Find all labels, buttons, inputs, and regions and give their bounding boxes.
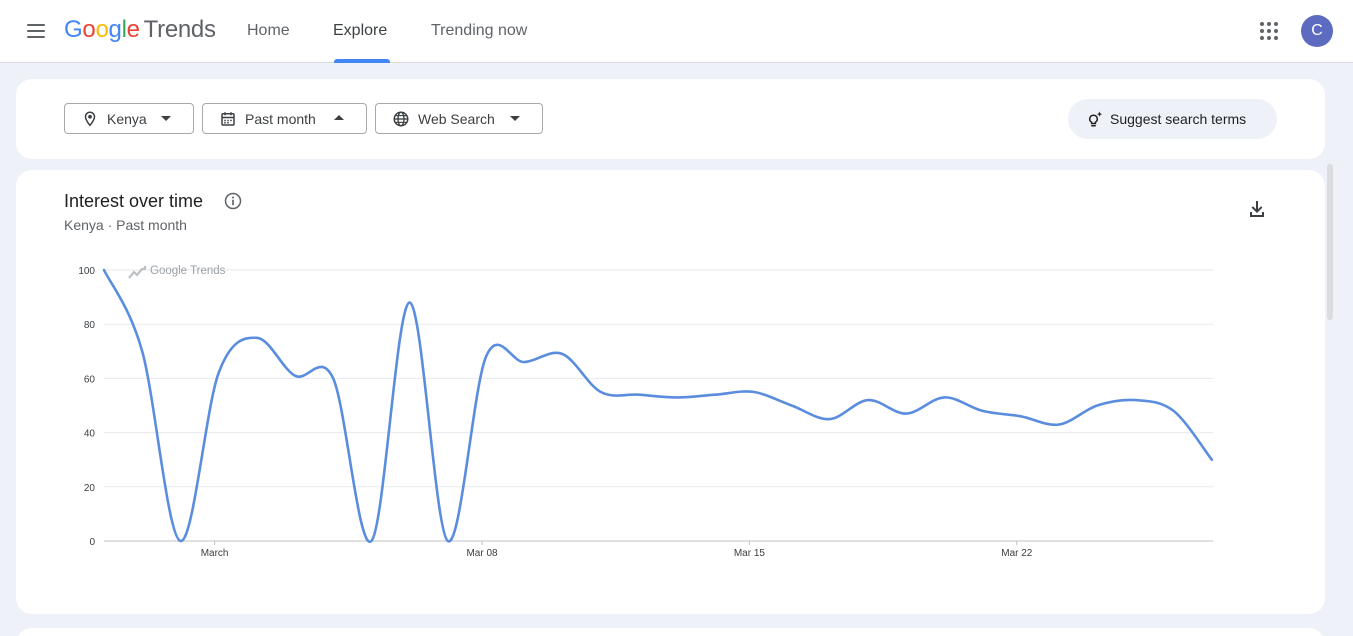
data-point[interactable] (789, 403, 795, 409)
trending-up-icon (128, 266, 147, 279)
tab-home[interactable]: Home (247, 0, 290, 63)
sparkle-lightbulb-icon (1088, 111, 1103, 127)
data-point[interactable] (254, 335, 260, 341)
watermark-label: Google Trends (150, 265, 226, 277)
y-tick-label: 40 (84, 429, 96, 440)
location-filter-dropdown[interactable]: Kenya (64, 103, 194, 134)
logo-letter: g (108, 16, 122, 43)
logo-letter: G (64, 16, 83, 43)
interest-over-time-card: Interest over time Kenya · Past month 02… (16, 170, 1325, 614)
data-point[interactable] (521, 359, 527, 365)
logo-letter: e (126, 16, 140, 43)
interest-line-chart[interactable]: 0 20 40 60 80 100 March Mar 08 Mar 15 Mar 22 Googl… (16, 170, 1325, 614)
time-range-filter-label: Past month (245, 111, 316, 127)
google-trends-logo[interactable]: Google Trends (64, 16, 216, 44)
hamburger-menu-icon[interactable] (24, 19, 48, 43)
data-point[interactable] (636, 392, 642, 398)
interest-series-line[interactable] (102, 268, 1214, 543)
data-point[interactable] (101, 267, 107, 273)
x-tick-label: March (201, 548, 229, 559)
x-tick-label: Mar 15 (734, 548, 766, 559)
filter-bar: Kenya Past month Web Search Suggest sear… (16, 79, 1325, 159)
chevron-down-icon (161, 116, 171, 121)
data-point[interactable] (139, 348, 145, 354)
location-filter-label: Kenya (107, 111, 147, 127)
data-point[interactable] (1209, 457, 1215, 463)
data-point[interactable] (980, 408, 986, 414)
data-point[interactable] (903, 411, 909, 417)
data-point[interactable] (1094, 403, 1100, 409)
data-point[interactable] (674, 394, 680, 400)
suggest-search-terms-label: Suggest search terms (1110, 111, 1247, 127)
data-point[interactable] (292, 373, 298, 379)
y-tick-label: 20 (84, 483, 96, 494)
search-type-filter-dropdown[interactable]: Web Search (375, 103, 543, 134)
logo-letter: o (95, 16, 109, 43)
logo-letter: o (82, 16, 96, 43)
location-pin-icon (84, 111, 96, 127)
chevron-up-icon (334, 115, 344, 120)
suggest-search-terms-button[interactable]: Suggest search terms (1068, 99, 1277, 139)
trends-wordmark: Trends (143, 16, 216, 43)
y-tick-label: 60 (84, 374, 96, 385)
page-scrollbar-thumb[interactable] (1327, 164, 1333, 320)
tab-trending-now[interactable]: Trending now (431, 0, 527, 63)
x-tick-label: Mar 22 (1001, 548, 1033, 559)
chevron-down-icon (510, 116, 520, 121)
data-point[interactable] (407, 300, 413, 306)
google-wordmark: Google (64, 16, 140, 43)
data-point[interactable] (598, 389, 604, 395)
google-trends-watermark: Google Trends (128, 265, 226, 279)
search-type-filter-label: Web Search (418, 111, 495, 127)
data-point[interactable] (1171, 408, 1177, 414)
active-tab-indicator (334, 59, 390, 63)
data-point[interactable] (368, 538, 374, 544)
data-point[interactable] (941, 394, 947, 400)
data-point[interactable] (330, 375, 336, 381)
account-avatar[interactable]: C (1301, 15, 1333, 47)
data-point[interactable] (216, 370, 222, 376)
y-tick-label: 100 (78, 266, 95, 277)
data-point[interactable] (712, 392, 718, 398)
y-tick-label: 0 (89, 537, 95, 548)
data-point[interactable] (559, 351, 565, 357)
data-point[interactable] (1018, 413, 1024, 419)
data-point[interactable] (483, 354, 489, 360)
data-point[interactable] (1132, 397, 1138, 403)
y-tick-label: 80 (84, 320, 96, 331)
apps-grid-icon[interactable] (1257, 19, 1281, 43)
data-point[interactable] (827, 416, 833, 422)
data-point[interactable] (865, 397, 871, 403)
data-point[interactable] (445, 538, 451, 544)
calendar-icon (221, 112, 235, 126)
next-card-edge (16, 628, 1325, 636)
data-point[interactable] (1056, 421, 1062, 427)
top-app-bar: Google Trends Home Explore Trending now C (0, 0, 1353, 63)
globe-icon (393, 111, 409, 127)
x-tick-label: Mar 08 (466, 548, 498, 559)
time-range-filter-dropdown[interactable]: Past month (202, 103, 367, 134)
tab-explore[interactable]: Explore (333, 0, 387, 63)
data-point[interactable] (177, 538, 183, 544)
data-point[interactable] (750, 389, 756, 395)
